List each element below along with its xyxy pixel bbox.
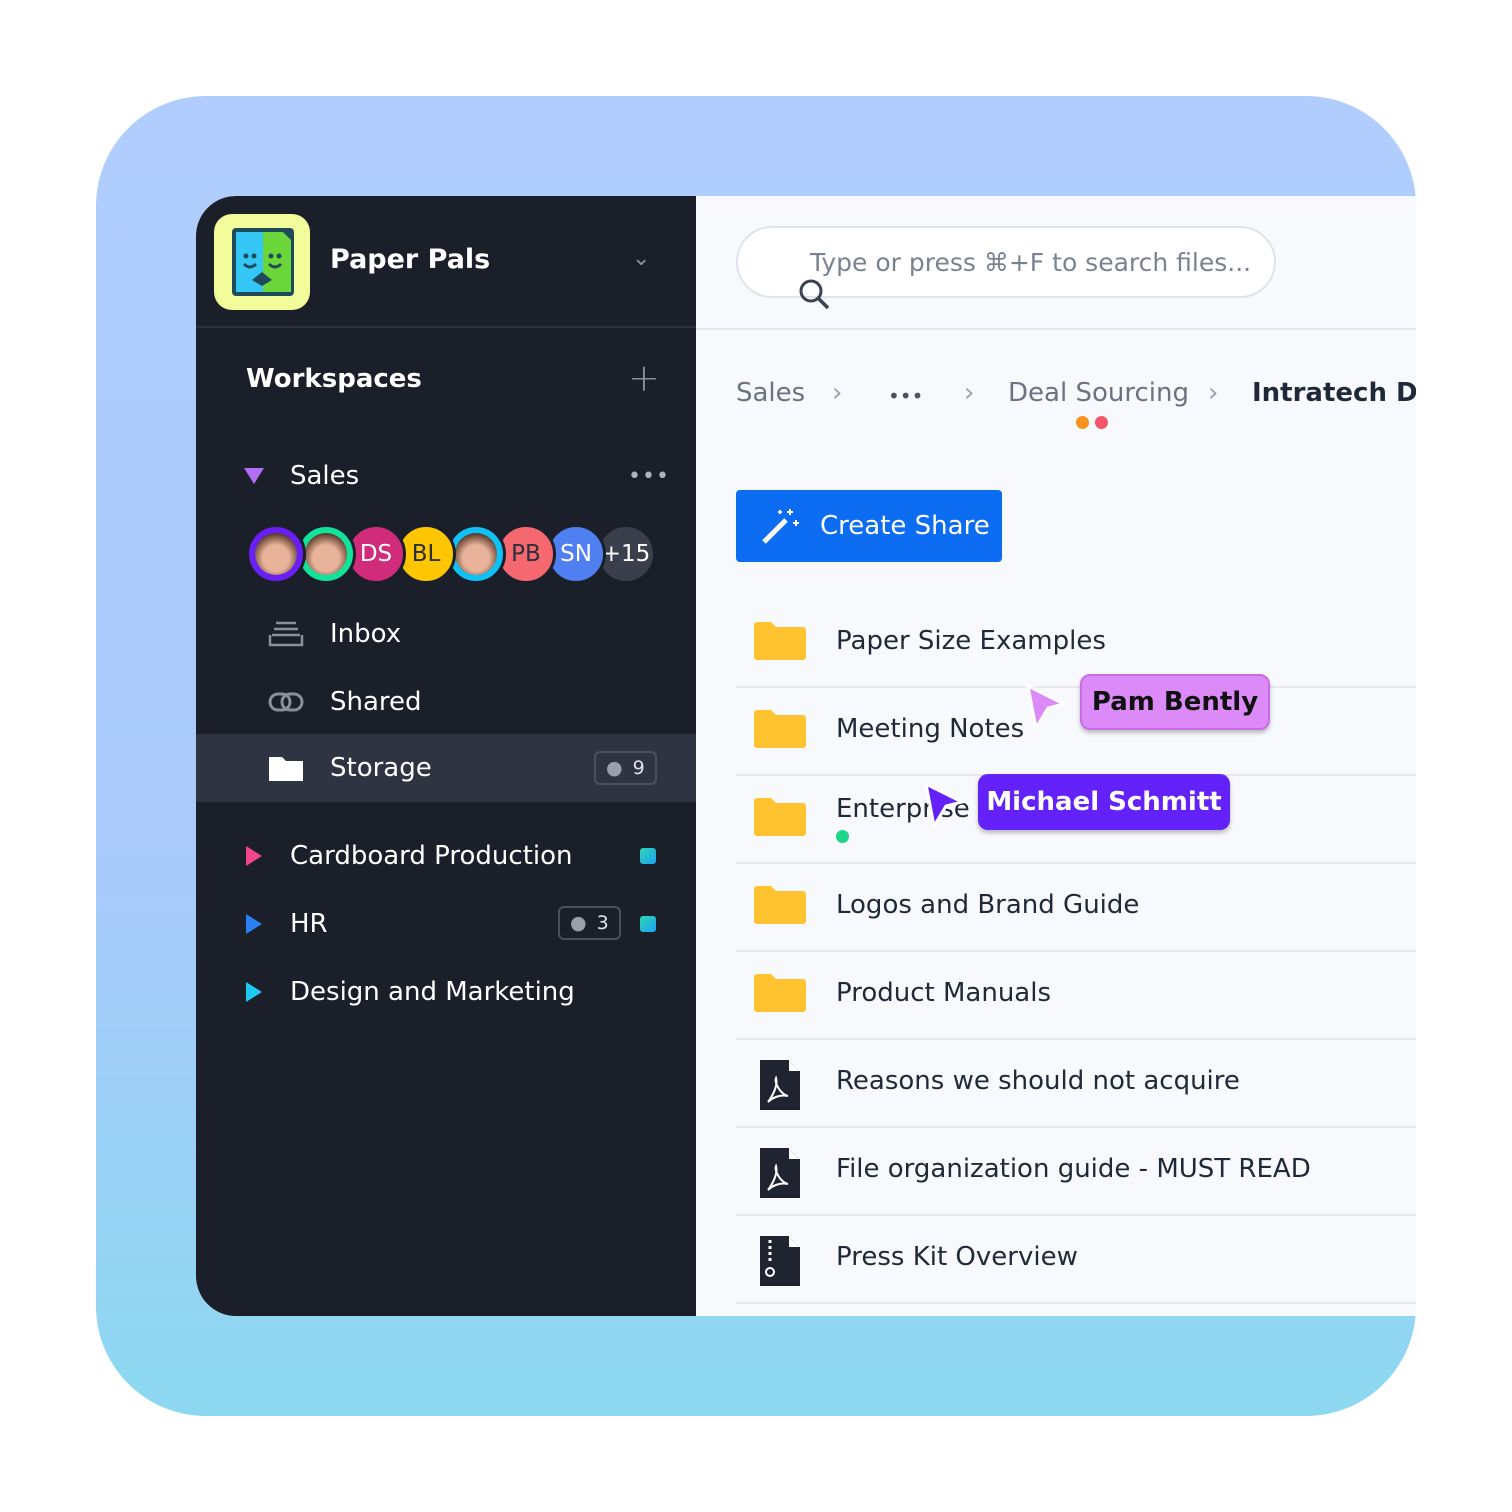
file-name: Press Kit Overview: [836, 1242, 1078, 1272]
breadcrumb-deal-sourcing[interactable]: Deal Sourcing: [1008, 378, 1189, 408]
magic-wand-icon: [762, 509, 799, 544]
file-name: Meeting Notes: [836, 714, 1025, 744]
avatar[interactable]: [246, 524, 306, 584]
sidebar-item-label: Shared: [330, 687, 422, 717]
file-name: Product Manuals: [836, 978, 1052, 1008]
status-indicator: [640, 916, 656, 932]
file-row[interactable]: Product Manuals: [736, 952, 1416, 1040]
workspace-sales[interactable]: Sales •••: [196, 442, 696, 510]
caret-right-icon: [246, 914, 262, 934]
person-icon: ●: [570, 912, 587, 934]
file-name: Logos and Brand Guide: [836, 890, 1140, 920]
presence-dot: [1076, 416, 1089, 429]
workspace-hr[interactable]: HR ● 3: [196, 890, 696, 958]
breadcrumb-current: Intratech De: [1252, 378, 1416, 408]
workspaces-heading: Workspaces: [246, 364, 422, 394]
sidebar-item-shared[interactable]: Shared: [196, 668, 696, 736]
workspace-design-and-marketing[interactable]: Design and Marketing: [196, 958, 696, 1026]
sidebar: Paper Pals ⌄ Workspaces + Sales ••• DS BL…: [196, 196, 696, 1316]
sidebar-item-storage[interactable]: Storage ● 9: [196, 734, 696, 802]
create-share-button[interactable]: Create Share: [736, 490, 1002, 562]
chevron-down-icon[interactable]: ⌄: [632, 246, 650, 271]
pdf-icon: [760, 1148, 800, 1198]
presence-dot: [836, 830, 849, 843]
member-avatars[interactable]: DS BL PB SN +15: [246, 524, 656, 584]
folder-icon: [754, 710, 806, 748]
app-window: Paper Pals ⌄ Workspaces + Sales ••• DS BL…: [196, 196, 1416, 1316]
pdf-icon: [760, 1060, 800, 1110]
chevron-right-icon: ›: [832, 378, 843, 408]
app-logo: [214, 214, 310, 310]
chevron-right-icon: ›: [1208, 378, 1219, 408]
app-name: Paper Pals: [330, 244, 491, 275]
file-row[interactable]: Press Kit Overview: [736, 1216, 1416, 1304]
search-icon: [799, 279, 830, 310]
create-share-label: Create Share: [820, 511, 990, 541]
workspace-label: Sales: [290, 461, 360, 491]
sidebar-item-inbox[interactable]: Inbox: [196, 600, 696, 668]
members-count: 9: [632, 757, 645, 779]
inbox-icon: [268, 621, 304, 647]
folder-icon: [754, 622, 806, 660]
file-row[interactable]: Paper Size Examples: [736, 600, 1416, 688]
workspace-label: Design and Marketing: [290, 977, 575, 1007]
more-icon[interactable]: •••: [628, 464, 670, 489]
members-badge: ● 9: [594, 751, 657, 785]
status-indicator: [640, 848, 656, 864]
file-name: Reasons we should not acquire: [836, 1066, 1240, 1096]
presence-dot: [1095, 416, 1108, 429]
members-badge: ● 3: [558, 906, 621, 940]
search-input[interactable]: Type or press ⌘+F to search files...: [736, 226, 1276, 310]
file-name: Paper Size Examples: [836, 626, 1106, 656]
file-row[interactable]: Meeting Notes: [736, 688, 1416, 776]
file-row[interactable]: Reasons we should not acquire: [736, 1040, 1416, 1128]
file-row[interactable]: File organization guide - MUST READ: [736, 1128, 1416, 1216]
caret-right-icon: [246, 846, 262, 866]
chevron-right-icon: ›: [964, 378, 975, 408]
folder-icon: [754, 798, 806, 836]
cursor-icon: [923, 781, 966, 830]
folder-icon: [754, 886, 806, 924]
folder-icon: [754, 974, 806, 1012]
file-name: Enterprise S: [836, 794, 995, 824]
divider: [696, 328, 1416, 330]
breadcrumb-sales[interactable]: Sales: [736, 378, 805, 408]
divider: [196, 326, 696, 328]
add-workspace-button[interactable]: +: [628, 356, 660, 400]
zip-icon: [760, 1236, 800, 1286]
link-icon: [268, 692, 304, 712]
sidebar-item-label: Storage: [330, 753, 432, 783]
workspace-cardboard-production[interactable]: Cardboard Production: [196, 822, 696, 890]
collaborator-tag-michael: Michael Schmitt: [978, 774, 1230, 830]
cursor-icon: [1025, 683, 1068, 732]
workspace-label: Cardboard Production: [290, 841, 573, 871]
file-name: File organization guide - MUST READ: [836, 1154, 1311, 1184]
person-icon: ●: [606, 757, 623, 779]
folder-icon: [269, 757, 303, 781]
search-placeholder: Type or press ⌘+F to search files...: [810, 247, 1252, 277]
main-panel: Type or press ⌘+F to search files... Sal…: [696, 196, 1416, 1316]
sidebar-item-label: Inbox: [330, 619, 402, 649]
workspace-label: HR: [290, 909, 328, 939]
collaborator-tag-pam: Pam Bently: [1080, 674, 1270, 730]
members-count: 3: [596, 912, 609, 934]
caret-down-icon: [244, 468, 264, 484]
breadcrumb-more[interactable]: •••: [888, 384, 923, 408]
caret-right-icon: [246, 982, 262, 1002]
file-row[interactable]: Logos and Brand Guide: [736, 864, 1416, 952]
